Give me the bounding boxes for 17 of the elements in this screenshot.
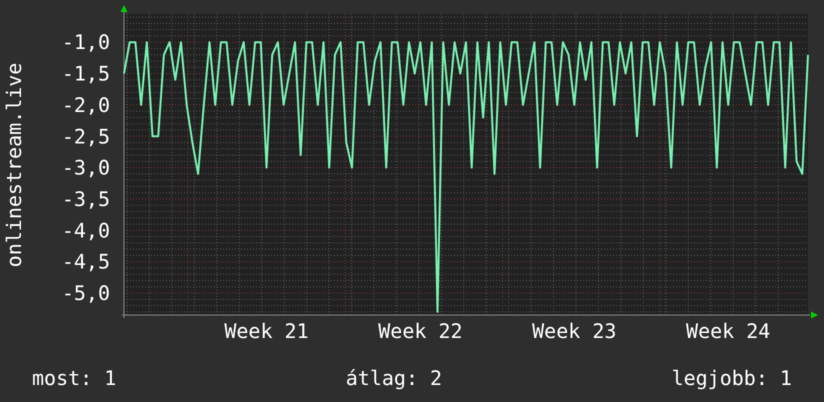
y-tick-label: -3,0 <box>62 156 110 180</box>
y-tick-label: -2,0 <box>62 92 110 117</box>
legend-text: legjobb: 1 <box>672 366 792 390</box>
y-tick-label: -1,0 <box>62 30 110 54</box>
y-tick-label: -1,5 <box>62 62 110 86</box>
legend-text: most: 1 <box>32 366 116 390</box>
y-axis-title: onlinestream.live <box>2 62 26 268</box>
x-tick-label: Week 22 <box>378 319 463 343</box>
y-tick-label: -2,5 <box>62 124 110 148</box>
x-tick-label: Week 23 <box>532 319 616 343</box>
x-tick-label: Week 24 <box>686 319 770 343</box>
y-tick-label: -4,0 <box>62 218 110 242</box>
legend-text: átlag: 2 <box>346 366 442 390</box>
y-tick-label: -4,5 <box>62 250 110 274</box>
y-tick-label: -5,0 <box>62 281 110 306</box>
x-tick-label: Week 21 <box>224 319 309 343</box>
y-tick-label: -3,5 <box>62 187 110 211</box>
